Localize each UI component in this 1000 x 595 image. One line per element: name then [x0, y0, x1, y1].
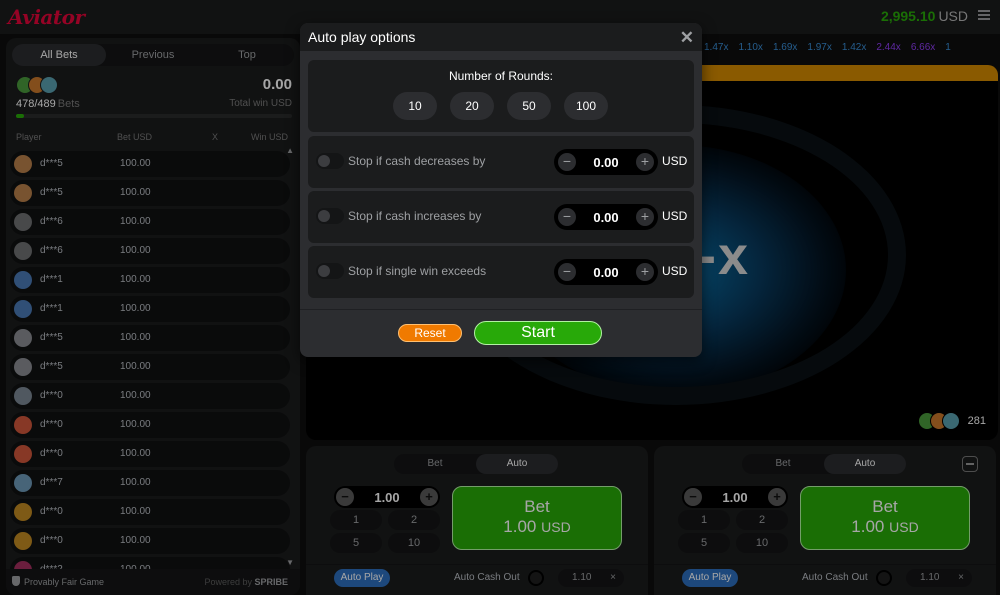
- rounds-100-button[interactable]: 100: [564, 92, 608, 120]
- currency-label: USD: [662, 209, 688, 223]
- stop-cash-increase-row: Stop if cash increases by − 0.00 + USD: [308, 191, 694, 243]
- auto-play-modal: Auto play options ✕ Number of Rounds: 10…: [300, 23, 702, 357]
- rounds-section: Number of Rounds: 10 20 50 100: [308, 60, 694, 132]
- currency-label: USD: [662, 154, 688, 168]
- plus-icon[interactable]: +: [636, 153, 654, 171]
- stop-single-win-row: Stop if single win exceeds − 0.00 + USD: [308, 246, 694, 298]
- stop-single-win-toggle[interactable]: [316, 263, 344, 279]
- rounds-20-button[interactable]: 20: [450, 92, 494, 120]
- modal-footer: Reset Start: [300, 309, 702, 357]
- stop-cash-increase-label: Stop if cash increases by: [348, 209, 482, 223]
- plus-icon[interactable]: +: [636, 263, 654, 281]
- rounds-10-button[interactable]: 10: [393, 92, 437, 120]
- currency-label: USD: [662, 264, 688, 278]
- stop-cash-decrease-row: Stop if cash decreases by − 0.00 + USD: [308, 136, 694, 188]
- stop-cash-decrease-stepper: − 0.00 +: [554, 149, 658, 175]
- stop-cash-increase-stepper: − 0.00 +: [554, 204, 658, 230]
- stop-single-win-stepper: − 0.00 +: [554, 259, 658, 285]
- plus-icon[interactable]: +: [636, 208, 654, 226]
- stop-cash-increase-toggle[interactable]: [316, 208, 344, 224]
- modal-header: Auto play options ✕: [300, 23, 702, 51]
- rounds-label: Number of Rounds:: [448, 69, 554, 83]
- stop-cash-decrease-toggle[interactable]: [316, 153, 344, 169]
- reset-button[interactable]: Reset: [398, 324, 462, 342]
- stop-cash-decrease-label: Stop if cash decreases by: [348, 154, 486, 168]
- modal-title: Auto play options: [308, 29, 416, 45]
- stop-single-win-label: Stop if single win exceeds: [348, 264, 487, 278]
- start-button[interactable]: Start: [474, 321, 602, 345]
- rounds-50-button[interactable]: 50: [507, 92, 551, 120]
- close-icon[interactable]: ✕: [680, 28, 694, 48]
